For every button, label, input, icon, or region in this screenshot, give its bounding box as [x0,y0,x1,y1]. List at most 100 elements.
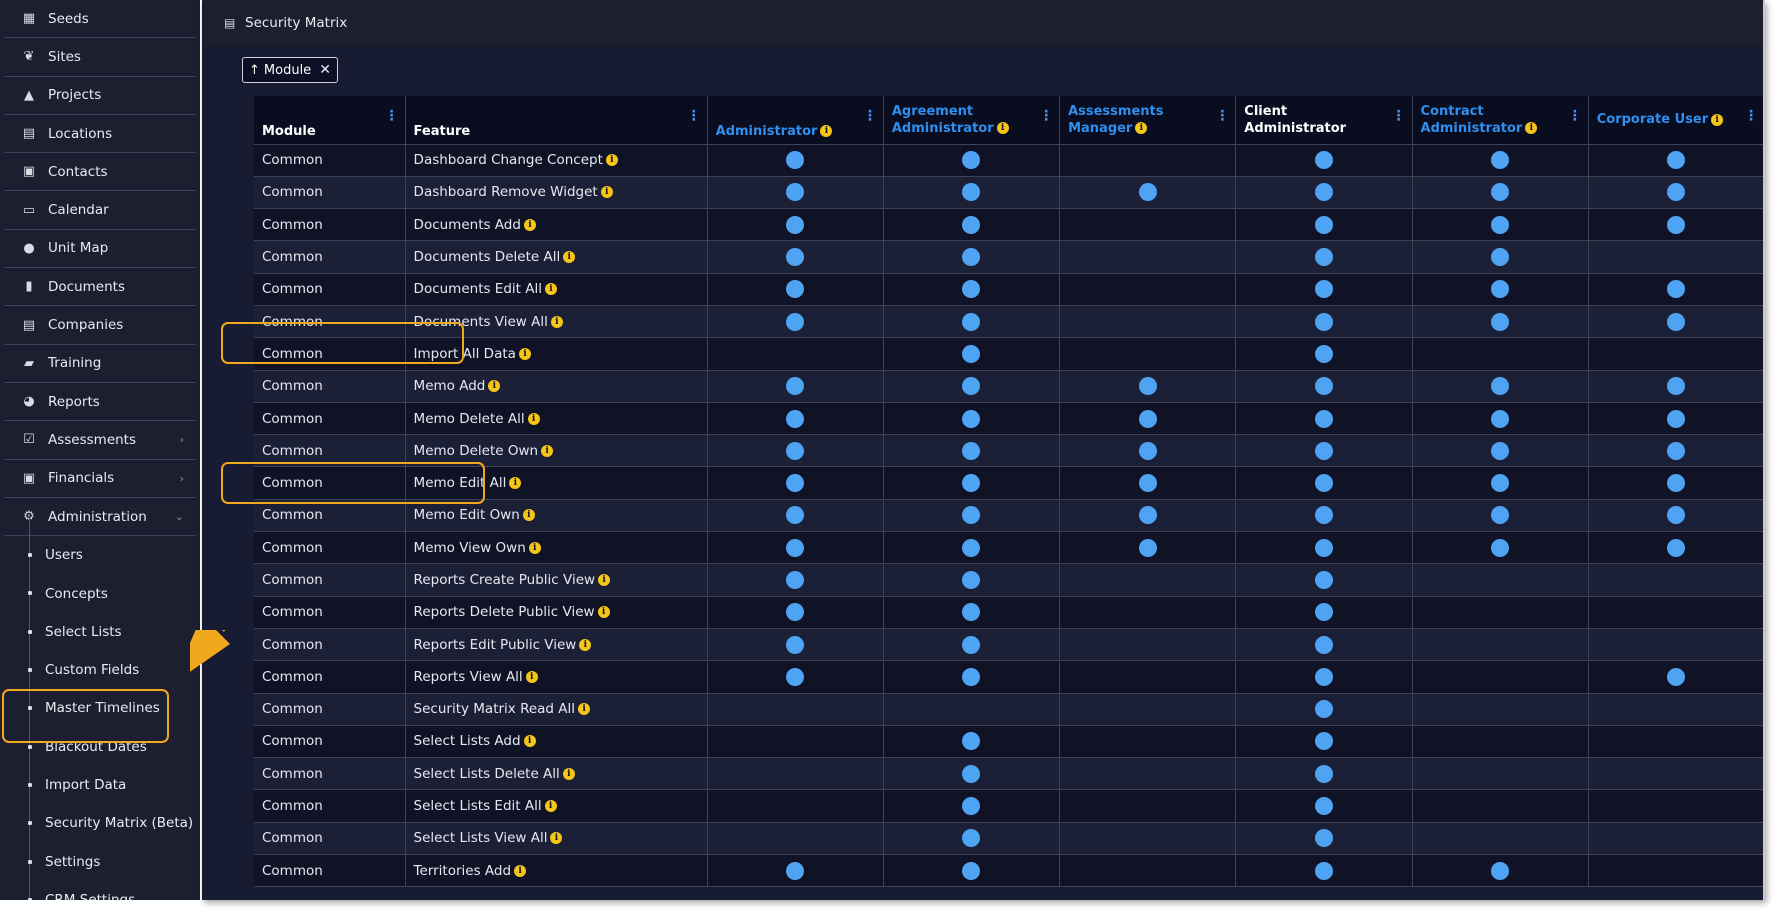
permission-granted-dot[interactable] [1314,635,1333,654]
permission-granted-dot[interactable] [1314,377,1333,396]
permission-cell[interactable] [707,273,884,306]
table-row[interactable]: Common Documents Delete All i [254,240,1763,274]
permission-cell[interactable] [1412,531,1589,565]
table-row[interactable]: Common Memo Edit Own i [254,499,1763,533]
permission-cell[interactable] [1059,628,1237,662]
permission-cell[interactable] [707,628,884,662]
info-icon[interactable]: i [541,444,554,457]
sidebar-item-contacts[interactable]: ▣ Contacts [4,153,196,192]
permission-cell[interactable] [883,434,1061,468]
permission-granted-dot[interactable] [962,441,981,460]
sidebar-item-administration[interactable]: ⚙Administration⌄ [4,498,196,537]
permission-cell[interactable] [883,822,1061,856]
permission-cell[interactable] [883,854,1061,888]
permission-granted-dot[interactable] [962,861,981,880]
permission-cell[interactable] [883,402,1061,436]
permission-cell[interactable] [1412,208,1589,242]
permission-cell[interactable] [1235,563,1413,597]
chevron-icon[interactable]: › [180,472,184,485]
sidebar-item-seeds[interactable]: ▦ Seeds [4,0,196,39]
permission-cell[interactable] [1588,240,1763,274]
permission-granted-dot[interactable] [1314,797,1333,816]
permission-granted-dot[interactable] [1667,312,1686,331]
permission-cell[interactable] [883,563,1061,597]
info-icon[interactable]: i [509,477,522,490]
permission-cell[interactable] [1412,789,1589,823]
permission-cell[interactable] [707,402,884,436]
table-row[interactable]: Common Select Lists View All i [254,822,1763,856]
permission-cell[interactable] [1588,434,1763,468]
permission-granted-dot[interactable] [962,764,981,783]
permission-cell[interactable] [1412,725,1589,759]
permission-cell[interactable] [1059,402,1237,436]
permission-cell[interactable] [883,176,1061,210]
permission-cell[interactable] [1235,240,1413,274]
permission-granted-dot[interactable] [962,635,981,654]
permission-cell[interactable] [1059,337,1237,371]
permission-cell[interactable] [707,208,884,242]
permission-granted-dot[interactable] [786,312,805,331]
permission-cell[interactable] [883,757,1061,791]
table-row[interactable]: Common Select Lists Edit All i [254,789,1763,823]
permission-cell[interactable] [1059,757,1237,791]
permission-granted-dot[interactable] [962,538,981,557]
permission-cell[interactable] [1059,466,1237,500]
permission-cell[interactable] [1588,693,1763,726]
permission-granted-dot[interactable] [1491,474,1510,493]
permission-cell[interactable] [1588,176,1763,210]
permission-cell[interactable] [1235,466,1413,500]
info-icon[interactable]: i [525,670,538,683]
permission-cell[interactable] [1059,176,1237,210]
permission-granted-dot[interactable] [1667,538,1686,557]
permission-granted-dot[interactable] [1314,700,1333,719]
permission-granted-dot[interactable] [1138,506,1157,525]
column-menu-icon[interactable]: ⋮ [1392,108,1406,124]
permission-cell[interactable] [1059,854,1237,888]
permission-cell[interactable] [883,628,1061,662]
permission-granted-dot[interactable] [1314,732,1333,751]
permission-cell[interactable] [707,176,884,210]
submenu-item-custom-fields[interactable]: Custom Fields [4,651,196,689]
info-icon[interactable]: i [1711,113,1724,126]
permission-cell[interactable] [1588,563,1763,597]
permission-cell[interactable] [1588,628,1763,662]
table-row[interactable]: Common Reports View All i [254,660,1763,694]
permission-cell[interactable] [1235,176,1413,210]
permission-granted-dot[interactable] [1314,312,1333,331]
info-icon[interactable]: i [514,864,527,877]
table-row[interactable]: Common Select Lists Delete All i [254,757,1763,791]
info-icon[interactable]: i [598,574,611,586]
permission-granted-dot[interactable] [786,538,805,557]
permission-cell[interactable] [1412,402,1589,436]
permission-granted-dot[interactable] [962,571,981,589]
permission-cell[interactable] [1059,434,1237,468]
permission-granted-dot[interactable] [786,635,805,654]
info-icon[interactable]: i [522,509,535,522]
submenu-item-settings[interactable]: Settings [4,843,196,881]
permission-granted-dot[interactable] [962,474,981,493]
table-row[interactable]: Common Memo Delete Own i [254,434,1763,468]
table-row[interactable]: Common Documents View All i [254,305,1763,339]
permission-cell[interactable] [1588,660,1763,694]
column-header-agreement-administrator[interactable]: Agreement Administrator i ⋮ [883,96,1061,145]
info-icon[interactable]: i [563,251,576,264]
permission-granted-dot[interactable] [1314,280,1333,299]
permission-cell[interactable] [1059,144,1237,177]
permission-cell[interactable] [1412,628,1589,662]
permission-granted-dot[interactable] [1314,667,1333,686]
permission-granted-dot[interactable] [1667,506,1686,525]
permission-granted-dot[interactable] [786,861,805,880]
permission-cell[interactable] [1059,208,1237,242]
table-row[interactable]: Common Import All Data i [254,337,1763,371]
column-menu-icon[interactable]: ⋮ [1039,108,1053,124]
submenu-item-crm-settings[interactable]: CRM Settings [4,881,196,900]
permission-cell[interactable] [1059,531,1237,565]
column-menu-icon[interactable]: ⋮ [687,108,701,124]
column-header-corporate-user[interactable]: Corporate User i ⋮ [1588,96,1763,145]
permission-cell[interactable] [707,725,884,759]
column-header-assessments-manager[interactable]: Assessments Manager i ⋮ [1059,96,1237,145]
permission-cell[interactable] [1588,370,1763,403]
permission-granted-dot[interactable] [962,312,981,331]
permission-granted-dot[interactable] [1667,667,1686,686]
permission-granted-dot[interactable] [786,474,805,493]
